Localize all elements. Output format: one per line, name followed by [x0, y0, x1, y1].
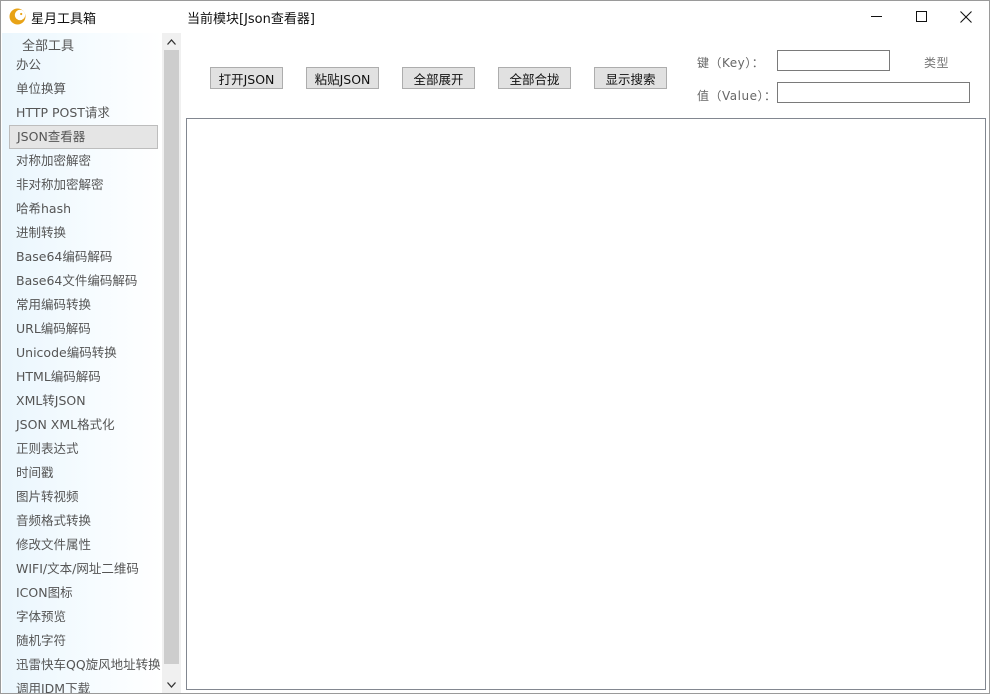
key-label: 键（Key）：: [697, 56, 765, 70]
sidebar-item[interactable]: 图片转视频: [2, 485, 162, 509]
sidebar-item[interactable]: 时间戳: [2, 461, 162, 485]
maximize-icon: [915, 11, 927, 22]
sidebar-item[interactable]: Base64编码解码: [2, 245, 162, 269]
title-bar[interactable]: 星月工具箱 当前模块[Json查看器]: [1, 1, 989, 32]
sidebar-item[interactable]: ICON图标: [2, 581, 162, 605]
sidebar-item[interactable]: HTTP POST请求: [2, 101, 162, 125]
sidebar-item[interactable]: 字体预览: [2, 605, 162, 629]
sidebar-item[interactable]: 哈希hash: [2, 197, 162, 221]
scroll-up-button[interactable]: [162, 33, 181, 50]
close-button[interactable]: [943, 1, 989, 32]
key-input[interactable]: [777, 50, 890, 71]
sidebar-item[interactable]: 修改文件属性: [2, 533, 162, 557]
sidebar-item[interactable]: 音频格式转换: [2, 509, 162, 533]
sidebar-item[interactable]: 对称加密解密: [2, 149, 162, 173]
close-icon: [960, 10, 972, 23]
sidebar-item[interactable]: 单位换算: [2, 77, 162, 101]
tool-sidebar: 全部工具 办公 单位换算 HTTP POST请求 JSON查看器 对称加密解密 非对称加密…: [2, 33, 162, 693]
sidebar-scrollbar[interactable]: [162, 33, 181, 693]
sidebar-item[interactable]: 非对称加密解密: [2, 173, 162, 197]
app-window: 星月工具箱 当前模块[Json查看器] 全部工具 办公 单位换算 HTTP POST…: [0, 0, 990, 694]
sidebar-item[interactable]: 迅雷快车QQ旋风地址转换: [2, 653, 162, 677]
chevron-down-icon: [167, 681, 176, 688]
expand-all-button[interactable]: 全部展开: [402, 67, 475, 89]
sidebar-item[interactable]: WIFI/文本/网址二维码: [2, 557, 162, 581]
sidebar-item[interactable]: Unicode编码转换: [2, 341, 162, 365]
open-json-button[interactable]: 打开JSON: [210, 67, 283, 89]
sidebar-item[interactable]: JSON XML格式化: [2, 413, 162, 437]
sidebar-item[interactable]: HTML编码解码: [2, 365, 162, 389]
chevron-up-icon: [167, 38, 176, 45]
sidebar-item[interactable]: 进制转换: [2, 221, 162, 245]
app-title: 星月工具箱: [31, 12, 97, 27]
type-label: 类型: [924, 56, 950, 70]
sidebar-item[interactable]: 调用IDM下载: [2, 677, 162, 693]
sidebar-item[interactable]: 常用编码转换: [2, 293, 162, 317]
sidebar-header-all-tools[interactable]: 全部工具: [22, 35, 74, 54]
value-label: 值（Value）：: [697, 89, 777, 103]
value-input[interactable]: [777, 82, 970, 103]
sidebar-item[interactable]: XML转JSON: [2, 389, 162, 413]
module-title: 当前模块[Json查看器]: [187, 12, 315, 27]
minimize-button[interactable]: [853, 1, 899, 32]
paste-json-button[interactable]: 粘贴JSON: [306, 67, 379, 89]
show-search-button[interactable]: 显示搜索: [594, 67, 667, 89]
scroll-thumb[interactable]: [164, 50, 179, 664]
sidebar-item[interactable]: URL编码解码: [2, 317, 162, 341]
crescent-moon-logo-icon: [9, 8, 26, 25]
minimize-icon: [870, 16, 882, 17]
json-tree-view[interactable]: [186, 118, 986, 690]
sidebar-item[interactable]: 办公: [2, 53, 162, 77]
sidebar-list: 办公 单位换算 HTTP POST请求 JSON查看器 对称加密解密 非对称加密解密 哈希h…: [2, 53, 162, 693]
scroll-down-button[interactable]: [162, 676, 181, 693]
sidebar-item[interactable]: Base64文件编码解码: [2, 269, 162, 293]
sidebar-item[interactable]: 随机字符: [2, 629, 162, 653]
collapse-all-button[interactable]: 全部合拢: [498, 67, 571, 89]
sidebar-item[interactable]: JSON查看器: [9, 125, 158, 149]
sidebar-item[interactable]: 正则表达式: [2, 437, 162, 461]
maximize-button[interactable]: [898, 1, 944, 32]
